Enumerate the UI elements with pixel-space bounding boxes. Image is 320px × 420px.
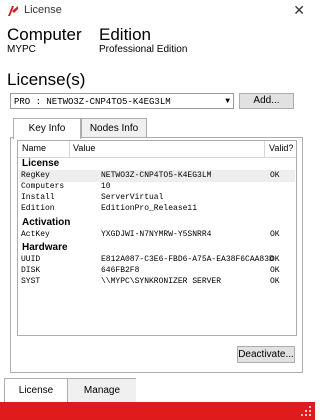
licenses-label: License(s) [7,70,86,89]
computer-heading: Computer [7,25,82,44]
column-header-valid: Valid? [269,143,294,153]
table-row[interactable]: Edition EditionPro_Release11 [19,203,295,215]
tab-nodes-info[interactable]: Nodes Info [81,118,147,138]
title-bar: License ✕ [0,0,315,22]
tab-key-info[interactable]: Key Info [13,118,81,139]
key-info-table: Name Value Valid? License RegKey NETWO3Z… [17,140,297,336]
license-select[interactable]: PRO : NETWO3Z-CNP4TO5-K4EG3LM ▼ [10,93,234,109]
table-header: Name Value Valid? [18,141,296,158]
add-license-button[interactable]: Add... [239,93,294,109]
table-row[interactable]: ActKey YXGDJWI-N7NYMRW-Y5SNRR4 OK [19,229,295,241]
close-icon[interactable]: ✕ [293,2,305,19]
section-license: License [22,158,60,169]
computer-value: MYPC [7,44,36,55]
deactivate-button[interactable]: Deactivate... [237,346,295,363]
column-header-name: Name [22,143,47,153]
license-select-value: PRO : NETWO3Z-CNP4TO5-K4EG3LM [14,97,171,107]
section-hardware: Hardware [22,242,68,253]
section-activation: Activation [22,217,71,228]
edition-value: Professional Edition [99,44,188,55]
edition-heading: Edition [99,25,151,44]
resize-grip-icon[interactable] [300,405,312,417]
table-row[interactable]: SYST \\MYPC\SYNKRONIZER SERVER OK [19,276,295,288]
window-title: License [24,4,62,16]
column-header-value: Value [73,143,96,153]
status-bar [0,402,315,420]
app-icon [8,6,18,16]
chevron-down-icon[interactable]: ▼ [225,94,230,110]
